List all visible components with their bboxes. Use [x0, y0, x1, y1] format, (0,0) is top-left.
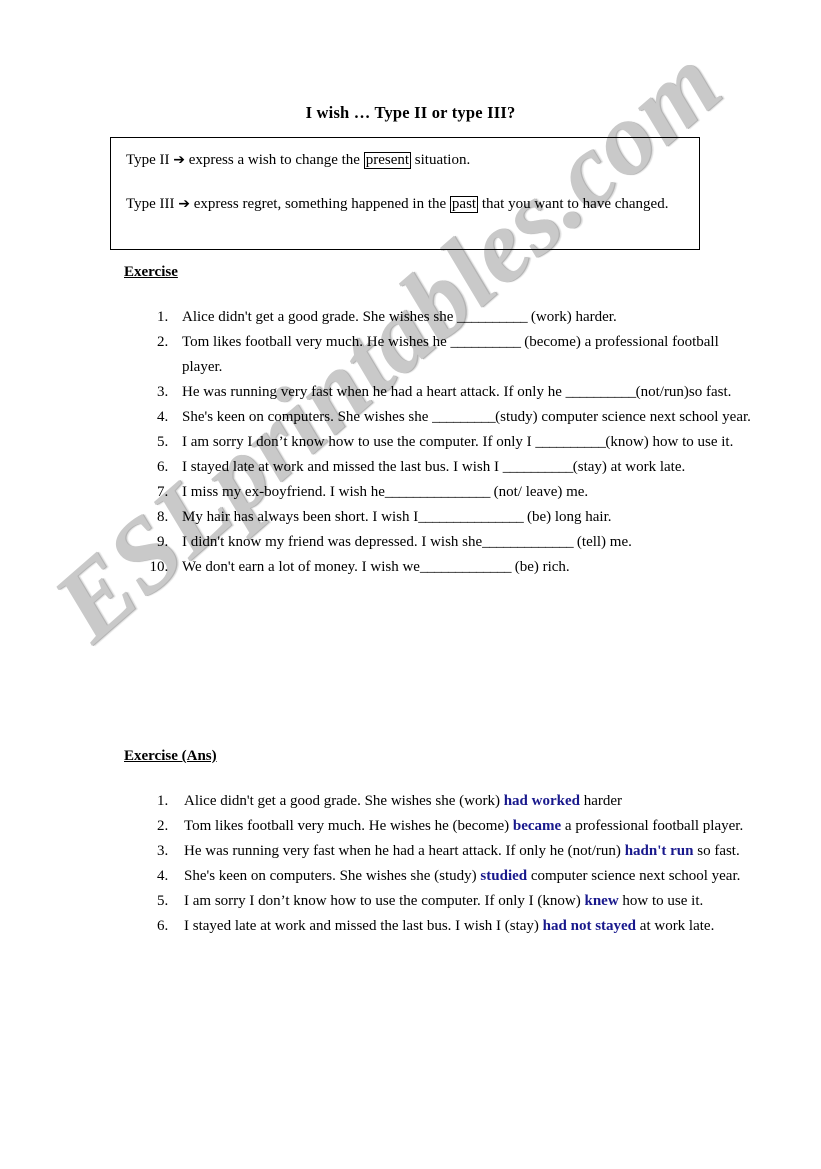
answer-item-text-before: He was running very fast when he had a h…: [184, 843, 625, 859]
answer-blank[interactable]: __________: [503, 459, 574, 475]
exercise-item-text-before: I am sorry I don’t know how to use the c…: [182, 434, 536, 450]
answer-solution: had not stayed: [542, 918, 637, 934]
answer-item: Tom likes football very much. He wishes …: [172, 814, 762, 839]
answer-solution: became: [512, 818, 562, 834]
answer-blank[interactable]: __________: [457, 309, 528, 325]
answer-blank[interactable]: __________: [535, 434, 606, 450]
exercise-item-text-before: She's keen on computers. She wishes she: [182, 409, 433, 425]
answer-item: I am sorry I don’t know how to use the c…: [172, 889, 762, 914]
exercise-item-text-after: (be) rich.: [510, 559, 570, 575]
exercise-item-text-before: Alice didn't get a good grade. She wishe…: [182, 309, 458, 325]
answers-list: Alice didn't get a good grade. She wishe…: [114, 789, 762, 939]
exercise-item: I didn't know my friend was depressed. I…: [172, 530, 762, 555]
answer-item-text-after: at work late.: [636, 918, 715, 934]
type-2-label: Type II: [126, 152, 170, 168]
exercise-item-text-before: Tom likes football very much. He wishes …: [182, 334, 451, 350]
exercise-item: My hair has always been short. I wish I_…: [172, 505, 762, 530]
answer-blank[interactable]: _________: [432, 409, 496, 425]
exercise-item-text-after: (be) long hair.: [523, 509, 612, 525]
answer-item-text-after: harder: [580, 793, 623, 809]
exercise-item-text-after: (not/run)so fast.: [635, 384, 732, 400]
exercise-item-text-before: He was running very fast when he had a h…: [182, 384, 566, 400]
answer-item: I stayed late at work and missed the las…: [172, 914, 762, 939]
answer-item-text-before: Alice didn't get a good grade. She wishe…: [184, 793, 504, 809]
exercise-item-text-after: (stay) at work late.: [572, 459, 686, 475]
exercise-item: I am sorry I don’t know how to use the c…: [172, 430, 762, 455]
page-title: I wish … Type II or type III?: [305, 103, 516, 122]
answer-item-text-before: Tom likes football very much. He wishes …: [184, 818, 513, 834]
keyword-present: present: [363, 152, 412, 169]
exercise-item: I miss my ex-boyfriend. I wish he_______…: [172, 480, 762, 505]
definition-line-type-2: Type II ➔ express a wish to change the p…: [126, 149, 470, 171]
exercise-item-text-before: I miss my ex-boyfriend. I wish he: [182, 484, 385, 500]
type-2-text-after: situation.: [414, 152, 471, 168]
worksheet-page: I wish … Type II or type III? Type II ➔ …: [0, 0, 821, 1169]
exercise-item-text-before: We don't earn a lot of money. I wish we: [182, 559, 420, 575]
arrow-icon: ➔: [173, 152, 185, 168]
answer-solution: had worked: [503, 793, 580, 809]
answer-blank[interactable]: _______________: [385, 484, 491, 500]
arrow-icon: ➔: [178, 196, 190, 212]
keyword-past: past: [449, 196, 479, 213]
answer-solution: hadn't run: [624, 843, 694, 859]
exercise-item-text-before: My hair has always been short. I wish I: [182, 509, 419, 525]
definition-box: Type II ➔ express a wish to change the p…: [110, 137, 700, 250]
type-3-text-before: express regret, something happened in th…: [193, 196, 447, 212]
exercise-list: Alice didn't get a good grade. She wishe…: [114, 305, 762, 580]
answer-blank[interactable]: __________: [566, 384, 637, 400]
exercise-item: He was running very fast when he had a h…: [172, 380, 762, 405]
answer-item: She's keen on computers. She wishes she …: [172, 864, 762, 889]
answer-item: He was running very fast when he had a h…: [172, 839, 762, 864]
type-2-text-before: express a wish to change the: [188, 152, 360, 168]
answer-item-text-after: computer science next school year.: [527, 868, 741, 884]
exercise-item: Alice didn't get a good grade. She wishe…: [172, 305, 762, 330]
exercise-item: We don't earn a lot of money. I wish we_…: [172, 555, 762, 580]
answer-item-text-after: a professional football player.: [561, 818, 744, 834]
answer-item: Alice didn't get a good grade. She wishe…: [172, 789, 762, 814]
exercise-item-text-before: I didn't know my friend was depressed. I…: [182, 534, 483, 550]
exercise-item-text-before: I stayed late at work and missed the las…: [182, 459, 503, 475]
exercise-heading: Exercise: [124, 264, 178, 280]
exercise-item-text-after: (tell) me.: [573, 534, 632, 550]
answer-solution: studied: [480, 868, 528, 884]
exercise-item-text-after: (study) computer science next school yea…: [495, 409, 751, 425]
answer-blank[interactable]: _____________: [420, 559, 512, 575]
exercise-item-text-after: (not/ leave) me.: [489, 484, 589, 500]
answers-heading: Exercise (Ans): [124, 748, 217, 764]
exercise-item: She's keen on computers. She wishes she …: [172, 405, 762, 430]
answer-item-text-after: how to use it.: [618, 893, 704, 909]
answer-blank[interactable]: __________: [450, 334, 521, 350]
answer-item-text-before: I stayed late at work and missed the las…: [184, 918, 543, 934]
exercise-item: Tom likes football very much. He wishes …: [172, 330, 762, 380]
definition-line-type-3: Type III ➔ express regret, something hap…: [126, 193, 686, 215]
exercise-item-text-after: (work) harder.: [527, 309, 617, 325]
answer-item-text-after: so fast.: [693, 843, 740, 859]
answer-item-text-before: She's keen on computers. She wishes she …: [184, 868, 481, 884]
exercise-item-text-after: (know) how to use it.: [605, 434, 734, 450]
answer-blank[interactable]: _______________: [418, 509, 524, 525]
type-3-label: Type III: [126, 196, 175, 212]
exercise-item: I stayed late at work and missed the las…: [172, 455, 762, 480]
answer-blank[interactable]: _____________: [482, 534, 574, 550]
answer-solution: knew: [584, 893, 619, 909]
type-3-text-after: that you want to have changed.: [481, 196, 669, 212]
answer-item-text-before: I am sorry I don’t know how to use the c…: [184, 893, 585, 909]
